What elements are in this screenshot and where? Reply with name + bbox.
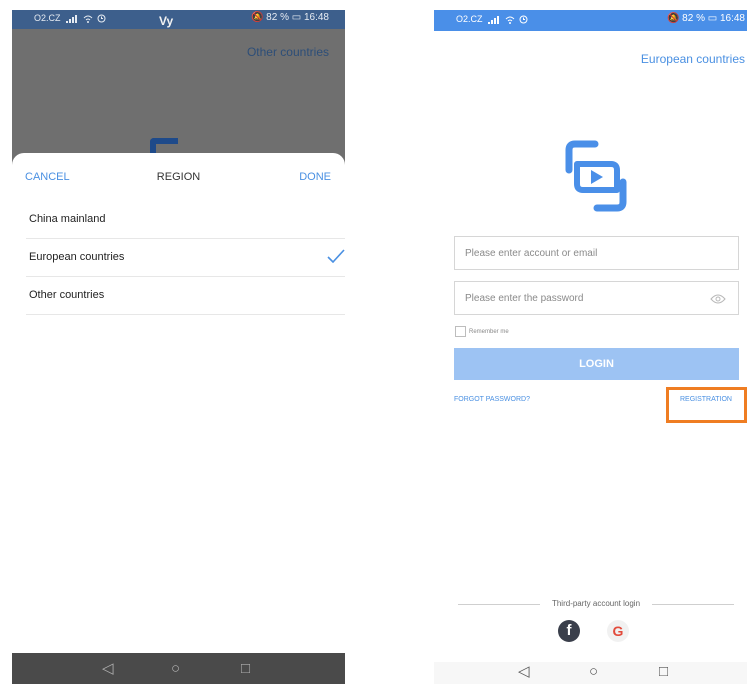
status-right: 🔕 82 % ▭ 16:48 <box>666 13 745 24</box>
status-carrier: O2.CZ <box>34 13 106 23</box>
region-sheet: CANCEL REGION DONE China mainland Europe… <box>12 153 345 653</box>
back-icon[interactable]: ◁ <box>518 664 530 679</box>
done-button[interactable]: DONE <box>299 171 331 183</box>
app-logo-icon <box>565 140 627 212</box>
recent-apps-icon[interactable]: □ <box>659 664 668 679</box>
password-input[interactable]: Please enter the password <box>454 281 739 315</box>
third-party-divider: Third-party account login <box>458 599 734 611</box>
remember-me-checkbox[interactable]: Remember me <box>455 326 509 337</box>
carrier-text: O2.CZ <box>34 13 61 23</box>
recent-apps-icon[interactable]: □ <box>241 661 250 676</box>
forgot-password-link[interactable]: FORGOT PASSWORD? <box>454 396 530 403</box>
overlay-text: Vy <box>159 14 174 28</box>
account-input[interactable]: Please enter account or email <box>454 236 739 270</box>
region-option-other-countries[interactable]: Other countries <box>26 277 345 315</box>
status-bar: O2.CZ Vy 🔕 82 % ▭ 16:48 <box>12 10 345 29</box>
nav-bar: ◁ ○ □ <box>434 662 747 684</box>
remember-label: Remember me <box>469 329 509 336</box>
third-party-label: Third-party account login <box>551 599 641 608</box>
region-label: China mainland <box>29 213 106 225</box>
eye-icon[interactable] <box>710 294 726 304</box>
region-label: European countries <box>29 251 125 263</box>
account-placeholder: Please enter account or email <box>465 248 598 259</box>
status-carrier: O2.CZ <box>456 14 528 24</box>
home-icon[interactable]: ○ <box>589 664 598 679</box>
signal-icon <box>488 15 500 24</box>
status-bar: O2.CZ 🔕 82 % ▭ 16:48 <box>434 10 747 31</box>
wifi-icon <box>505 16 514 24</box>
back-icon[interactable]: ◁ <box>102 661 114 676</box>
region-link[interactable]: Other countries <box>247 45 329 59</box>
phone-right-login: O2.CZ 🔕 82 % ▭ 16:48 European countries … <box>434 10 747 684</box>
registration-highlight <box>666 387 747 423</box>
checkbox-box[interactable] <box>455 326 466 337</box>
password-placeholder: Please enter the password <box>465 293 584 304</box>
login-button[interactable]: LOGIN <box>454 348 739 380</box>
region-list: China mainland European countries Other … <box>26 201 345 315</box>
home-icon[interactable]: ○ <box>171 661 180 676</box>
facebook-icon[interactable]: f <box>558 620 580 642</box>
google-icon[interactable]: G <box>607 620 629 642</box>
alarm-icon <box>519 15 528 24</box>
region-option-european-countries[interactable]: European countries <box>26 239 345 277</box>
carrier-text: O2.CZ <box>456 14 483 24</box>
phone-left-region-picker: O2.CZ Vy 🔕 82 % ▭ 16:48 Other countries … <box>12 10 345 684</box>
region-label: Other countries <box>29 289 105 301</box>
checkmark-icon <box>327 249 345 263</box>
registration-link[interactable]: REGISTRATION <box>680 396 732 403</box>
sheet-title: REGION <box>156 171 201 183</box>
alarm-icon <box>97 14 106 23</box>
sheet-header: CANCEL REGION DONE <box>12 153 345 197</box>
nav-bar: ◁ ○ □ <box>12 653 345 684</box>
signal-icon <box>66 14 78 23</box>
status-right: 🔕 82 % ▭ 16:48 <box>250 12 329 23</box>
wifi-icon <box>83 15 92 23</box>
region-option-china-mainland[interactable]: China mainland <box>26 201 345 239</box>
region-link[interactable]: European countries <box>641 52 745 66</box>
